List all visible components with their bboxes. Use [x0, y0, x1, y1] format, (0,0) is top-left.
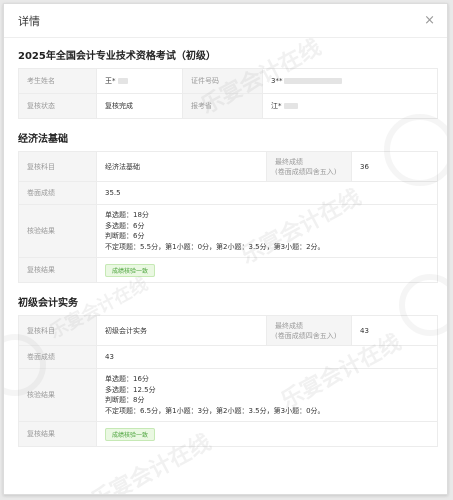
review-result-label: 复核结果 — [18, 421, 97, 447]
table-row: 复核科目 经济法基础 最终成绩 (卷面成绩四舍五入) 36 — [18, 151, 438, 182]
candidate-table: 考生姓名 王* 证件号码 3** 复核状态 复核完成 报考省 江* — [18, 68, 438, 119]
table-row: 复核科目 初级会计实务 最终成绩 (卷面成绩四舍五入) 43 — [18, 315, 438, 346]
id-label: 证件号码 — [182, 68, 263, 94]
final-score-value: 43 — [351, 315, 438, 346]
status-value: 复核完成 — [96, 93, 183, 119]
table-row: 核验结果 单选题：16分 多选题：12.5分 判断题：8分 不定项题：6.5分，… — [18, 368, 438, 422]
check-result-label: 核验结果 — [18, 204, 97, 258]
subject-label: 复核科目 — [18, 315, 97, 346]
table-row: 复核状态 复核完成 报考省 江* — [18, 93, 438, 119]
masked-block — [117, 78, 128, 84]
paper-score-value: 43 — [96, 345, 438, 369]
section-title: 经济法基础 — [18, 134, 68, 145]
check-result-value: 单选题：18分 多选题：6分 判断题：6分 不定项题：5.5分，第1小题：0分，… — [96, 204, 438, 258]
paper-score-label: 卷面成绩 — [18, 345, 97, 369]
table-row: 复核结果 成绩核验一致 — [18, 257, 438, 283]
name-label: 考生姓名 — [18, 68, 97, 94]
subject-value: 初级会计实务 — [96, 315, 267, 346]
section-title: 初级会计实务 — [18, 298, 78, 309]
status-badge: 成绩核验一致 — [105, 263, 156, 277]
table-row: 考生姓名 王* 证件号码 3** — [18, 68, 438, 94]
status-badge: 成绩核验一致 — [105, 427, 156, 441]
subject-value: 经济法基础 — [96, 151, 267, 182]
name-value: 王* — [96, 68, 183, 94]
masked-block — [284, 78, 343, 84]
close-icon[interactable]: × — [424, 14, 435, 27]
dialog-body: 2025年全国会计专业技术资格考试（初级） 考生姓名 王* 证件号码 3** 复… — [4, 47, 447, 447]
exam-title: 2025年全国会计专业技术资格考试（初级） — [18, 51, 216, 62]
paper-score-label: 卷面成绩 — [18, 181, 97, 205]
final-score-label: 最终成绩 (卷面成绩四舍五入) — [266, 315, 352, 346]
check-result-label: 核验结果 — [18, 368, 97, 422]
review-result-label: 复核结果 — [18, 257, 97, 283]
province-label: 报考省 — [182, 93, 263, 119]
paper-score-value: 35.5 — [96, 181, 438, 205]
province-value: 江* — [262, 93, 438, 119]
table-row: 卷面成绩 35.5 — [18, 181, 438, 205]
table-row: 卷面成绩 43 — [18, 345, 438, 369]
id-value: 3** — [262, 68, 438, 94]
dialog-title: 详情 — [18, 14, 40, 28]
dialog-header: 详情 × — [4, 4, 447, 38]
masked-block — [283, 103, 298, 109]
final-score-label: 最终成绩 (卷面成绩四舍五入) — [266, 151, 352, 182]
table-row: 复核结果 成绩核验一致 — [18, 421, 438, 447]
subject-label: 复核科目 — [18, 151, 97, 182]
check-result-value: 单选题：16分 多选题：12.5分 判断题：8分 不定项题：6.5分，第1小题：… — [96, 368, 438, 422]
final-score-value: 36 — [351, 151, 438, 182]
review-result-value: 成绩核验一致 — [96, 421, 438, 447]
review-result-value: 成绩核验一致 — [96, 257, 438, 283]
section-table: 复核科目 初级会计实务 最终成绩 (卷面成绩四舍五入) 43 卷面成绩 43 核验… — [18, 315, 438, 447]
section-table: 复核科目 经济法基础 最终成绩 (卷面成绩四舍五入) 36 卷面成绩 35.5 核… — [18, 151, 438, 283]
table-row: 核验结果 单选题：18分 多选题：6分 判断题：6分 不定项题：5.5分，第1小… — [18, 204, 438, 258]
status-label: 复核状态 — [18, 93, 97, 119]
detail-dialog: 详情 × 2025年全国会计专业技术资格考试（初级） 考生姓名 王* 证件号码 … — [3, 3, 448, 495]
